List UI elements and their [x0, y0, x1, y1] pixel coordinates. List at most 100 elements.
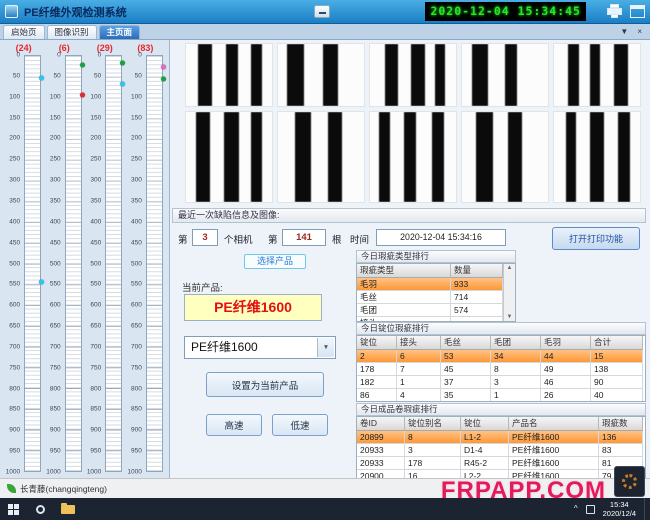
tab-图像识别[interactable]: 图像识别	[47, 25, 97, 39]
table-row[interactable]: 2653344415	[357, 350, 645, 363]
ruler-tick-label: 350	[90, 197, 101, 204]
gear-icon	[622, 474, 637, 489]
no-prefix-label: 第	[178, 232, 188, 246]
camera-no-field[interactable]: 3	[192, 229, 218, 246]
ruler-tick-label: 50	[53, 72, 60, 79]
scrollbar[interactable]: ▲ ▼	[503, 264, 515, 321]
tab-启始页[interactable]: 启始页	[3, 25, 45, 39]
ruler-tick-label: 300	[50, 177, 61, 184]
high-speed-button[interactable]: 高速	[206, 414, 262, 436]
tray-chevron-icon[interactable]: ^	[574, 505, 578, 513]
printer-icon[interactable]	[606, 4, 623, 19]
table-row[interactable]: 18213734690	[357, 376, 645, 389]
ruler-tick-label: 700	[50, 343, 61, 350]
table-cell: L1-2	[461, 431, 509, 444]
ruler-tick-label: 0	[16, 52, 20, 59]
table-row[interactable]: 178745849138	[357, 363, 645, 376]
table-row[interactable]: 8643512640	[357, 389, 645, 402]
tab-主页面[interactable]: 主页面	[99, 25, 141, 39]
settings-gear-button[interactable]	[614, 466, 645, 497]
table-row[interactable]: 毛羽933	[357, 278, 515, 291]
time-field[interactable]: 2020-12-04 15:34:16	[376, 229, 506, 246]
ruler-tick-label: 950	[90, 448, 101, 455]
column-header: 锭位	[461, 417, 509, 431]
ruler-tick-label: 850	[50, 406, 61, 413]
ruler-tick-label: 200	[131, 135, 142, 142]
column-header: 毛丝	[441, 336, 491, 350]
ruler-tick-label: 800	[90, 385, 101, 392]
defect-marker	[120, 60, 125, 65]
start-button[interactable]	[0, 498, 27, 520]
camera-image	[186, 112, 272, 202]
ruler-tick-label: 450	[90, 239, 101, 246]
ruler-scale	[105, 55, 122, 472]
ruler-tick-label: 750	[50, 364, 61, 371]
camera-row-2	[186, 112, 640, 202]
ruler-tick-label: 250	[90, 156, 101, 163]
table-cell: 15	[591, 350, 643, 363]
minimize-button[interactable]	[314, 5, 330, 18]
strand-no-field[interactable]: 141	[282, 229, 326, 246]
column-header: 合计	[591, 336, 643, 350]
select-product-button[interactable]: 选择产品	[244, 254, 306, 269]
ruler-tick-label: 400	[90, 218, 101, 225]
scroll-up-icon[interactable]: ▲	[507, 265, 513, 271]
table-cell: 83	[599, 444, 643, 457]
ruler-tick-label: 50	[13, 72, 20, 79]
camera-image	[186, 44, 272, 106]
close-icon[interactable]: ×	[637, 27, 642, 36]
table-row[interactable]: 毛丝714	[357, 291, 515, 304]
set-current-product-button[interactable]: 设置为当前产品	[206, 372, 324, 397]
file-explorer-button[interactable]	[54, 498, 81, 520]
low-speed-button[interactable]: 低速	[272, 414, 328, 436]
ruler-tick-label: 850	[90, 406, 101, 413]
rank-spindle-table: 锭位接头毛丝毛团毛羽合计2653344415178745849138182137…	[356, 335, 646, 402]
print-button[interactable]: 打开打印功能	[552, 227, 640, 250]
ruler-tick-label: 500	[90, 260, 101, 267]
ruler-tick-label: 200	[90, 135, 101, 142]
ruler-tick-label: 150	[131, 114, 142, 121]
notification-icon[interactable]	[586, 505, 595, 514]
show-desktop-button[interactable]	[644, 498, 648, 520]
table-row[interactable]: 20933178R45-2PE纤维160081	[357, 457, 645, 470]
strand-suffix-label: 根	[332, 232, 342, 246]
column-header: 毛羽	[541, 336, 591, 350]
camera-suffix-label: 个相机	[224, 232, 253, 246]
chevron-down-icon[interactable]: ▼	[317, 338, 334, 357]
window-icon[interactable]	[630, 5, 645, 18]
defect-marker	[161, 64, 166, 69]
table-cell: 7	[397, 363, 441, 376]
table-row[interactable]: 毛团574	[357, 304, 515, 317]
ruler-tick-label: 350	[131, 197, 142, 204]
table-cell: 1	[397, 376, 441, 389]
ruler-tick-label: 650	[131, 323, 142, 330]
table-row[interactable]: 208998L1-2PE纤维1600136	[357, 431, 645, 444]
scroll-down-icon[interactable]: ▼	[507, 314, 513, 320]
table-cell: 714	[451, 291, 503, 304]
table-cell: 138	[591, 363, 643, 376]
table-cell: 4	[397, 389, 441, 402]
column-header: 数量	[451, 264, 503, 278]
table-cell: PE纤维1600	[509, 431, 599, 444]
ruler-tick-label: 250	[50, 156, 61, 163]
search-button[interactable]	[27, 498, 54, 520]
table-row[interactable]: 209333D1-4PE纤维160083	[357, 444, 645, 457]
table-header-row: 瑕疵类型数量	[357, 264, 515, 278]
table-cell: 20900	[357, 470, 405, 478]
defect-marker	[80, 92, 85, 97]
ruler-tick-label: 900	[9, 427, 20, 434]
taskbar-clock[interactable]: 15:34 2020/12/4	[603, 500, 636, 518]
camera-image	[462, 112, 548, 202]
ruler-tick-label: 450	[131, 239, 142, 246]
digital-clock: 2020-12-04 15:34:45	[425, 2, 586, 21]
table-cell: 90	[591, 376, 643, 389]
product-combobox[interactable]: PE纤维1600 ▼	[184, 336, 336, 359]
ruler-4: (83)050100150200250300350400450500550600…	[126, 42, 164, 472]
ruler-tick-label: 500	[50, 260, 61, 267]
ruler-tick-label: 400	[131, 218, 142, 225]
ruler-tick-label: 450	[9, 239, 20, 246]
defect-info-row: 第 3 个相机 第 141 根 时间 2020-12-04 15:34:16 打…	[170, 226, 650, 252]
table-cell: 933	[451, 278, 503, 291]
taskbar-time: 15:34	[603, 500, 636, 509]
dropdown-icon[interactable]: ▼	[620, 27, 628, 36]
